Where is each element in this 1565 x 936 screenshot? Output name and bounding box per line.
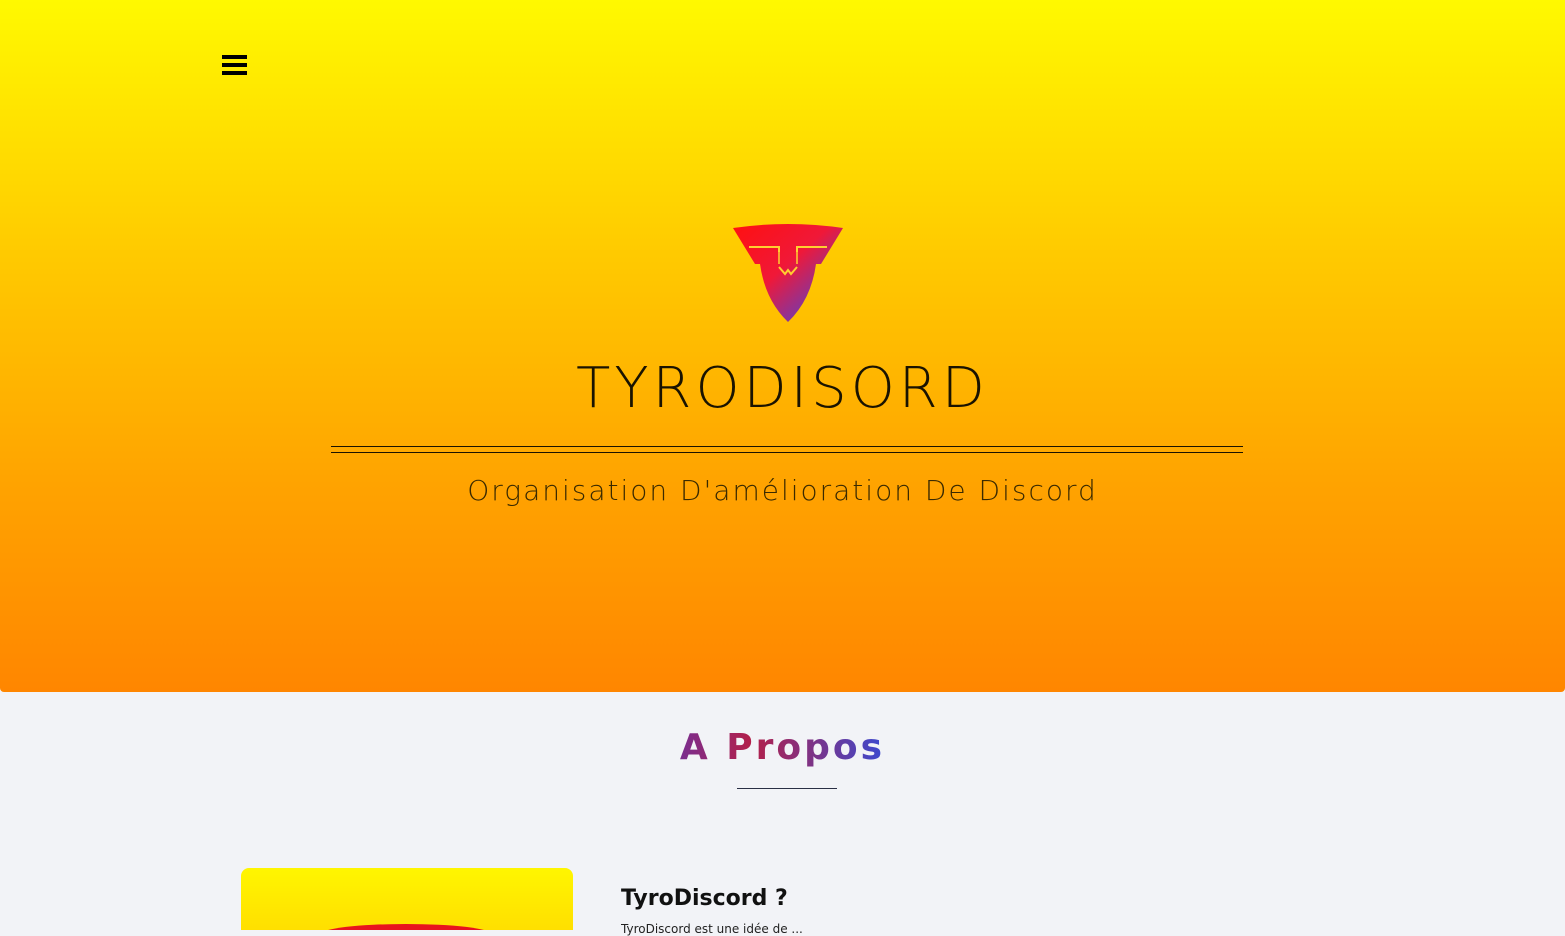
about-card-heading: TyroDiscord ? [621,886,788,911]
about-section-title: A Propos [0,727,1565,768]
hamburger-menu-icon[interactable] [222,53,248,77]
about-title-text: A Propos [679,727,886,768]
hero-double-divider [331,446,1243,453]
about-card-text: TyroDiscord est une idée de ... [621,922,803,936]
tyrodiscord-logo-icon [733,224,843,322]
hero-section: TYRODISORD Organisation D'amélioration D… [0,0,1565,692]
about-card-logo-shape [321,924,491,930]
hero-subtitle: Organisation D'amélioration De Discord [467,474,1098,507]
about-image-card [241,868,573,930]
hero-title: TYRODISORD [576,356,989,421]
about-divider [737,788,837,789]
